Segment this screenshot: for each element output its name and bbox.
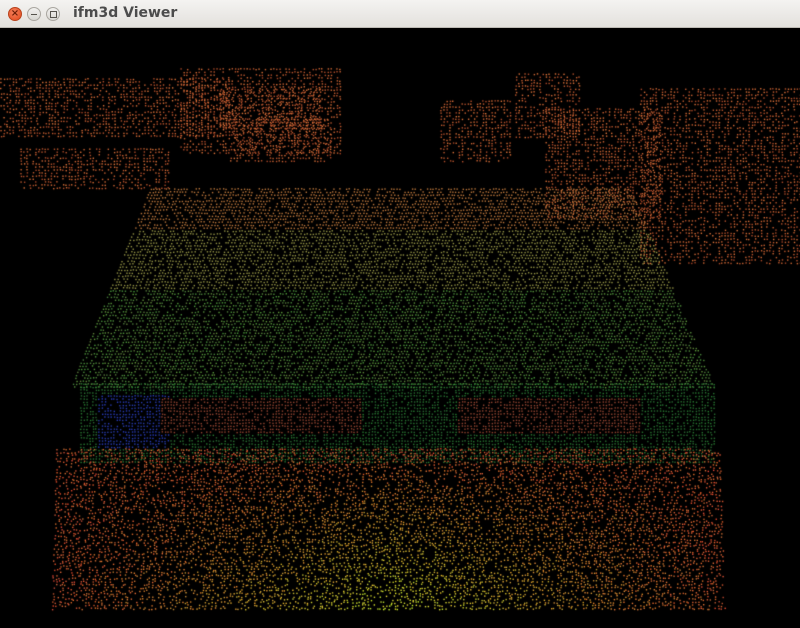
minimize-icon bbox=[31, 13, 37, 15]
maximize-button[interactable] bbox=[46, 7, 60, 21]
point-cloud-canvas[interactable] bbox=[0, 28, 800, 628]
title-bar[interactable]: × ifm3d Viewer bbox=[0, 0, 800, 28]
app-window: × ifm3d Viewer bbox=[0, 0, 800, 628]
point-cloud-viewport[interactable] bbox=[0, 28, 800, 628]
close-icon: × bbox=[10, 8, 20, 19]
close-button[interactable]: × bbox=[8, 7, 22, 21]
minimize-button[interactable] bbox=[27, 7, 41, 21]
maximize-icon bbox=[49, 10, 57, 18]
window-title: ifm3d Viewer bbox=[73, 5, 178, 21]
